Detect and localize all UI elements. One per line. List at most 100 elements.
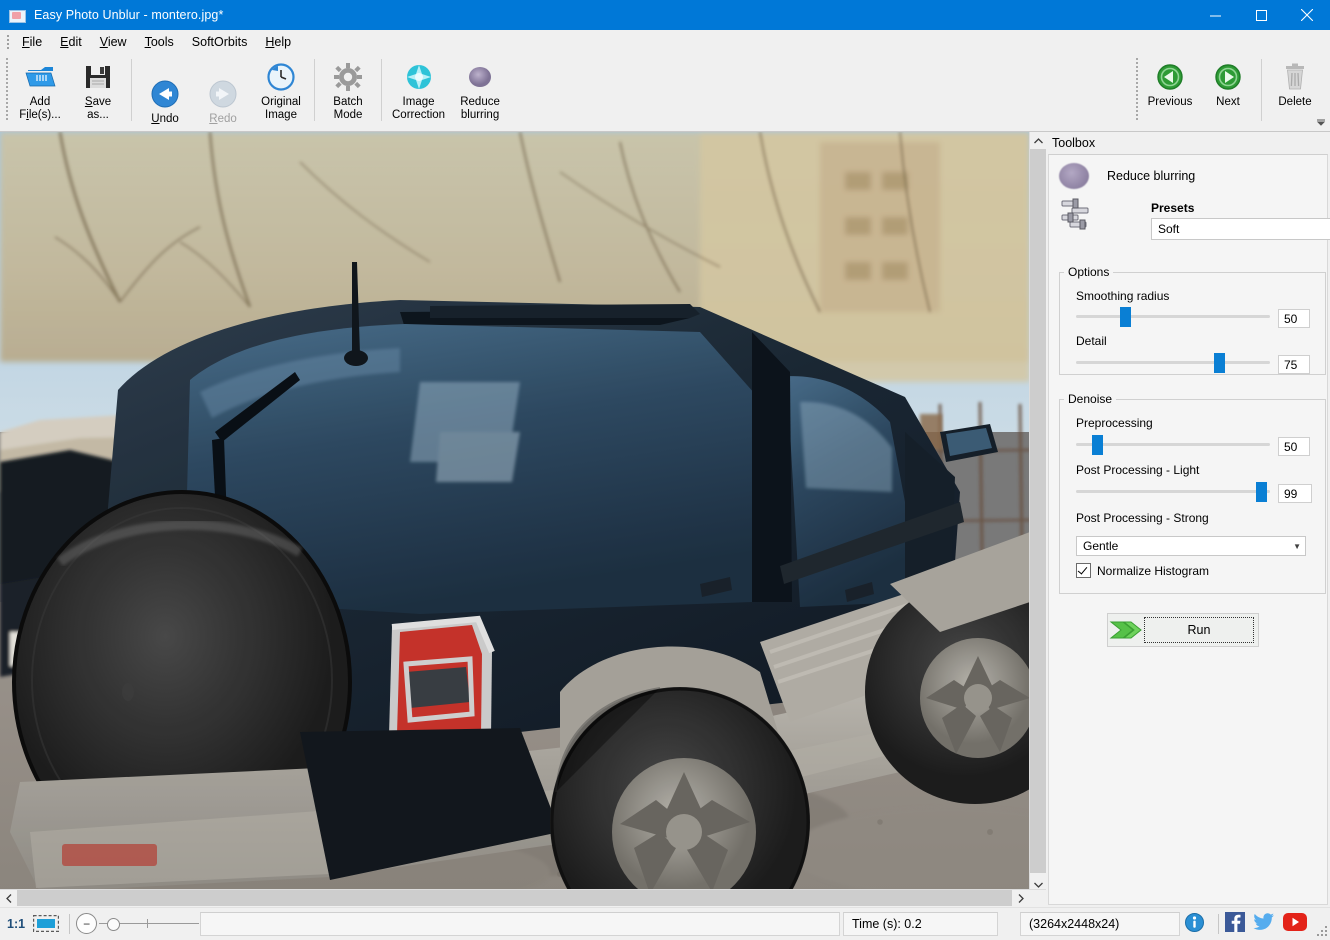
scroll-left-button[interactable] [0,890,17,906]
reduce-blurring-button[interactable]: Reduce blurring [451,56,509,125]
image-correction-line1: Image [402,96,435,108]
navigation-toolbar-group: Previous Next Delete [1130,53,1330,131]
menu-file[interactable]: File [13,32,51,52]
preprocessing-slider[interactable] [1076,435,1270,455]
vertical-scroll-track[interactable] [1030,149,1046,876]
social-links [1185,912,1307,935]
add-files-button[interactable]: Add File(s)... [11,56,69,125]
zoom-ratio-label: 1:1 [7,916,26,931]
status-panel-image-info: (3264x2448x24) [1020,911,1180,936]
undo-button[interactable]: Undo [136,56,194,129]
zoom-slider-handle[interactable] [107,918,121,931]
post-processing-light-slider[interactable] [1076,482,1270,502]
menu-softorbits[interactable]: SoftOrbits [183,32,257,52]
menu-file-label: ile [29,34,43,49]
original-image-line2: Image [265,109,297,121]
menu-grip [3,34,13,50]
reduce-blurring-line1: Reduce [460,96,500,108]
next-label: Next [1216,96,1240,108]
minimize-button[interactable] [1192,0,1238,30]
post-processing-light-value[interactable]: 99 [1278,484,1312,503]
previous-button[interactable]: Previous [1141,56,1199,112]
toolbox-body: Reduce blurring Presets Soft Options Smo… [1048,154,1330,905]
batch-mode-line1: Batch [333,96,363,108]
smoothing-radius-label: Smoothing radius [1076,289,1170,303]
status-panel-empty [200,911,840,936]
run-action-bar[interactable]: Run [1107,613,1259,647]
save-icon [81,61,115,93]
image-correction-button[interactable]: Image Correction [386,56,451,125]
image-horizontal-scrollbar[interactable] [0,889,1046,907]
original-image-button[interactable]: Original Image [252,56,310,125]
detail-slider[interactable] [1076,353,1270,373]
smoothing-radius-track [1076,315,1270,318]
post-processing-strong-dropdown[interactable]: Gentle ▼ [1076,536,1306,556]
youtube-icon[interactable] [1283,913,1307,934]
options-group-legend: Options [1068,265,1110,279]
presets-label: Presets [1151,201,1195,215]
zoom-slider-track[interactable] [99,918,200,931]
smoothing-radius-knob[interactable] [1120,307,1131,327]
image-vertical-scrollbar[interactable] [1029,132,1046,893]
post-processing-strong-label: Post Processing - Strong [1076,511,1209,525]
main-content: H [0,132,1330,907]
presets-value: Soft [1158,222,1180,236]
info-icon[interactable] [1185,912,1204,935]
save-as-line1: Save [84,96,112,108]
status-panel-time: Time (s): 0.2 [843,911,998,936]
image-canvas[interactable]: H [0,132,1030,893]
smoothing-radius-value[interactable]: 50 [1278,309,1310,328]
reduce-blurring-line2: blurring [460,109,500,121]
preprocessing-label: Preprocessing [1076,416,1153,430]
undo-label: Undo [151,113,179,125]
toolbox-title: Toolbox [1052,136,1096,150]
menu-tools[interactable]: Tools [136,32,183,52]
preprocessing-value[interactable]: 50 [1278,437,1310,456]
presets-dropdown[interactable]: Soft ▼ [1151,218,1330,240]
save-as-line2: as... [87,109,109,121]
post-processing-light-label: Post Processing - Light [1076,463,1200,477]
toolbar-separator-2 [314,59,315,121]
blur-circle-icon [463,61,497,93]
maximize-button[interactable] [1238,0,1284,30]
post-processing-light-track [1076,490,1270,493]
menu-edit[interactable]: Edit [51,32,91,52]
detail-knob[interactable] [1214,353,1225,373]
close-button[interactable] [1284,0,1330,30]
smoothing-radius-slider[interactable] [1076,307,1270,327]
resize-grip[interactable] [1316,925,1328,937]
zoom-out-label: − [83,916,91,931]
twitter-icon[interactable] [1253,912,1275,935]
chevron-down-icon-2: ▼ [1293,541,1301,551]
image-viewport[interactable]: H [0,132,1046,907]
scroll-right-button[interactable] [1012,890,1029,906]
menu-bar: File Edit View Tools SoftOrbits Help [0,30,1330,53]
checkbox-box[interactable] [1076,563,1091,578]
horizontal-scroll-thumb[interactable] [17,890,1012,906]
toolbar-separator-3 [381,59,382,121]
redo-icon [206,78,240,110]
original-image-icon [264,61,298,93]
facebook-icon[interactable] [1225,912,1245,935]
vertical-scroll-thumb[interactable] [1030,149,1046,873]
preprocessing-knob[interactable] [1092,435,1103,455]
scroll-up-button[interactable] [1030,132,1046,149]
detail-value[interactable]: 75 [1278,355,1310,374]
delete-button[interactable]: Delete [1266,56,1324,112]
zoom-out-button[interactable]: − [76,913,98,934]
batch-mode-button[interactable]: Batch Mode [319,56,377,125]
image-correction-line2: Correction [392,109,446,121]
normalize-histogram-checkbox[interactable]: Normalize Histogram [1076,563,1209,578]
tool-header: Reduce blurring [1049,155,1327,189]
add-files-icon [23,61,57,93]
fit-to-screen-icon[interactable] [33,915,60,933]
menu-view[interactable]: View [91,32,136,52]
run-button[interactable]: Run [1144,617,1254,643]
menu-help[interactable]: Help [256,32,300,52]
run-button-label: Run [1187,623,1211,637]
main-toolbar: Add File(s)... Save as... Undo Redo Orig… [0,53,1330,132]
next-button[interactable]: Next [1199,56,1257,112]
save-as-button[interactable]: Save as... [69,56,127,125]
redo-button: Redo [194,56,252,129]
post-processing-light-knob[interactable] [1256,482,1267,502]
